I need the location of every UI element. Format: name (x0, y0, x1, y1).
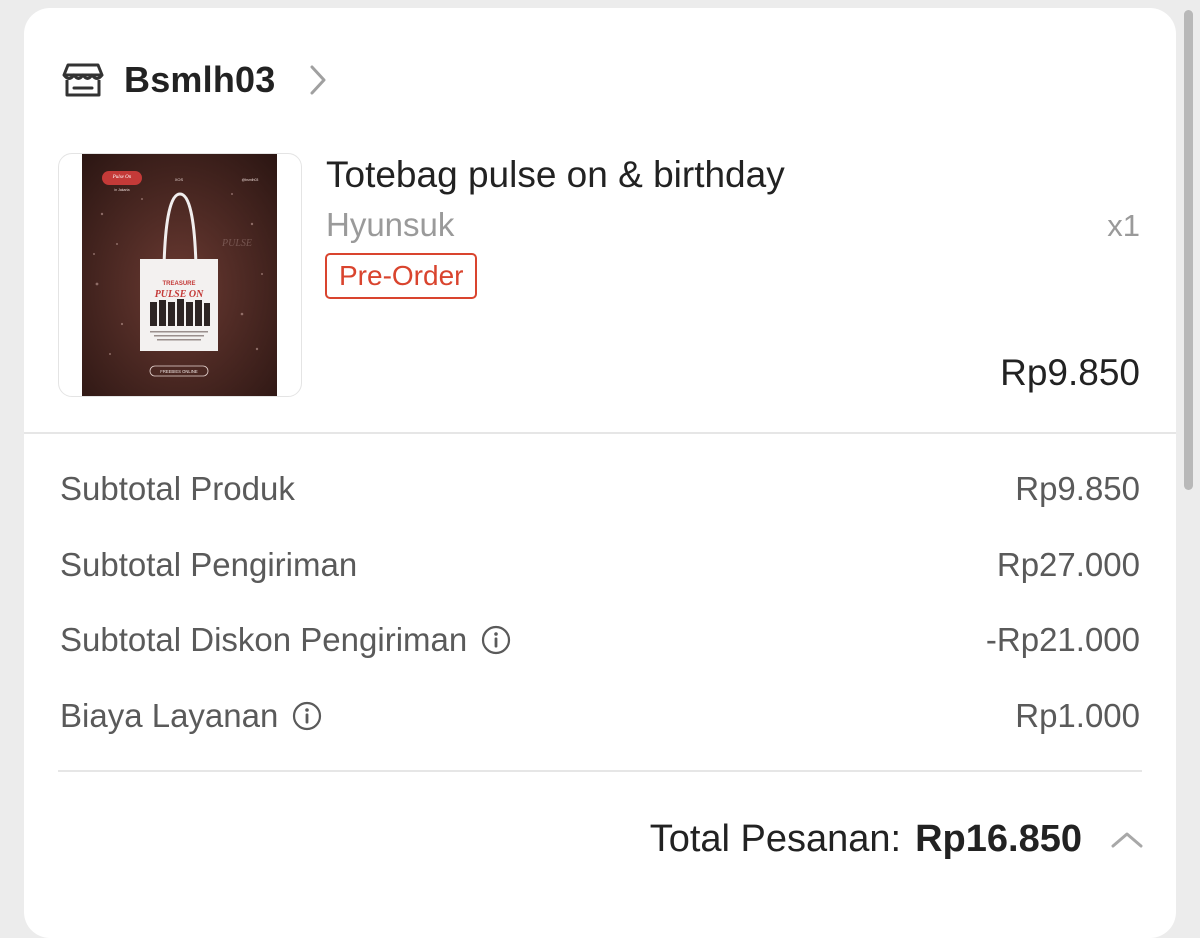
image-footer-text: FREEBIES ONLINE (160, 369, 198, 374)
total-label: Total Pesanan: (649, 818, 902, 860)
summary-row-diskon-pengiriman: Subtotal Diskon Pengiriman -Rp21.000 (60, 620, 1140, 660)
image-bag-line2: PULSE ON (155, 289, 204, 300)
store-icon (62, 63, 104, 97)
summary-row-biaya-layanan: Biaya Layanan Rp1.000 (60, 696, 1140, 736)
info-icon[interactable] (292, 701, 322, 731)
chevron-up-icon[interactable] (1110, 831, 1144, 849)
product-quantity: x1 (1107, 208, 1140, 243)
scrollbar[interactable] (1184, 10, 1193, 490)
pre-order-badge: Pre-Order (325, 253, 478, 299)
summary-label: Biaya Layanan (60, 697, 279, 734)
product-image: Pulse On in Jakarta XOS @bsmlh03 PULSE T… (82, 154, 277, 396)
summary-value: Rp1.000 (1015, 697, 1140, 734)
image-banner-sub: in Jakarta (114, 188, 129, 192)
summary-label: Subtotal Diskon Pengiriman (60, 621, 468, 658)
chevron-right-icon (310, 65, 326, 95)
section-divider (24, 432, 1176, 434)
image-banner-text: Pulse On (112, 175, 132, 180)
product-title[interactable]: Totebag pulse on & birthday (326, 154, 785, 196)
summary-row-subtotal-produk: Subtotal Produk Rp9.850 (60, 469, 1140, 509)
product-variant: Hyunsuk (326, 206, 455, 243)
summary-label: Subtotal Pengiriman (60, 546, 358, 583)
shop-name[interactable]: Bsmlh03 (124, 59, 275, 101)
product-thumbnail[interactable]: Pulse On in Jakarta XOS @bsmlh03 PULSE T… (58, 153, 302, 397)
product-price: Rp9.850 (1000, 352, 1140, 393)
image-handle: @bsmlh03 (242, 178, 259, 182)
summary-value: Rp9.850 (1015, 470, 1140, 507)
total-value: Rp16.850 (915, 818, 1082, 860)
summary-value: Rp27.000 (996, 546, 1140, 583)
shop-header[interactable]: Bsmlh03 (62, 54, 327, 106)
summary-value: -Rp21.000 (985, 621, 1140, 658)
image-bg-text: PULSE (221, 238, 252, 249)
summary-label: Subtotal Produk (60, 470, 295, 507)
info-icon[interactable] (481, 625, 511, 655)
order-total-toggle[interactable]: Total Pesanan: Rp16.850 (650, 818, 1144, 861)
summary-row-subtotal-pengiriman: Subtotal Pengiriman Rp27.000 (60, 545, 1140, 585)
image-number: XOS (175, 177, 184, 182)
image-bag-line1: TREASURE (162, 281, 195, 287)
summary-divider (58, 770, 1142, 772)
